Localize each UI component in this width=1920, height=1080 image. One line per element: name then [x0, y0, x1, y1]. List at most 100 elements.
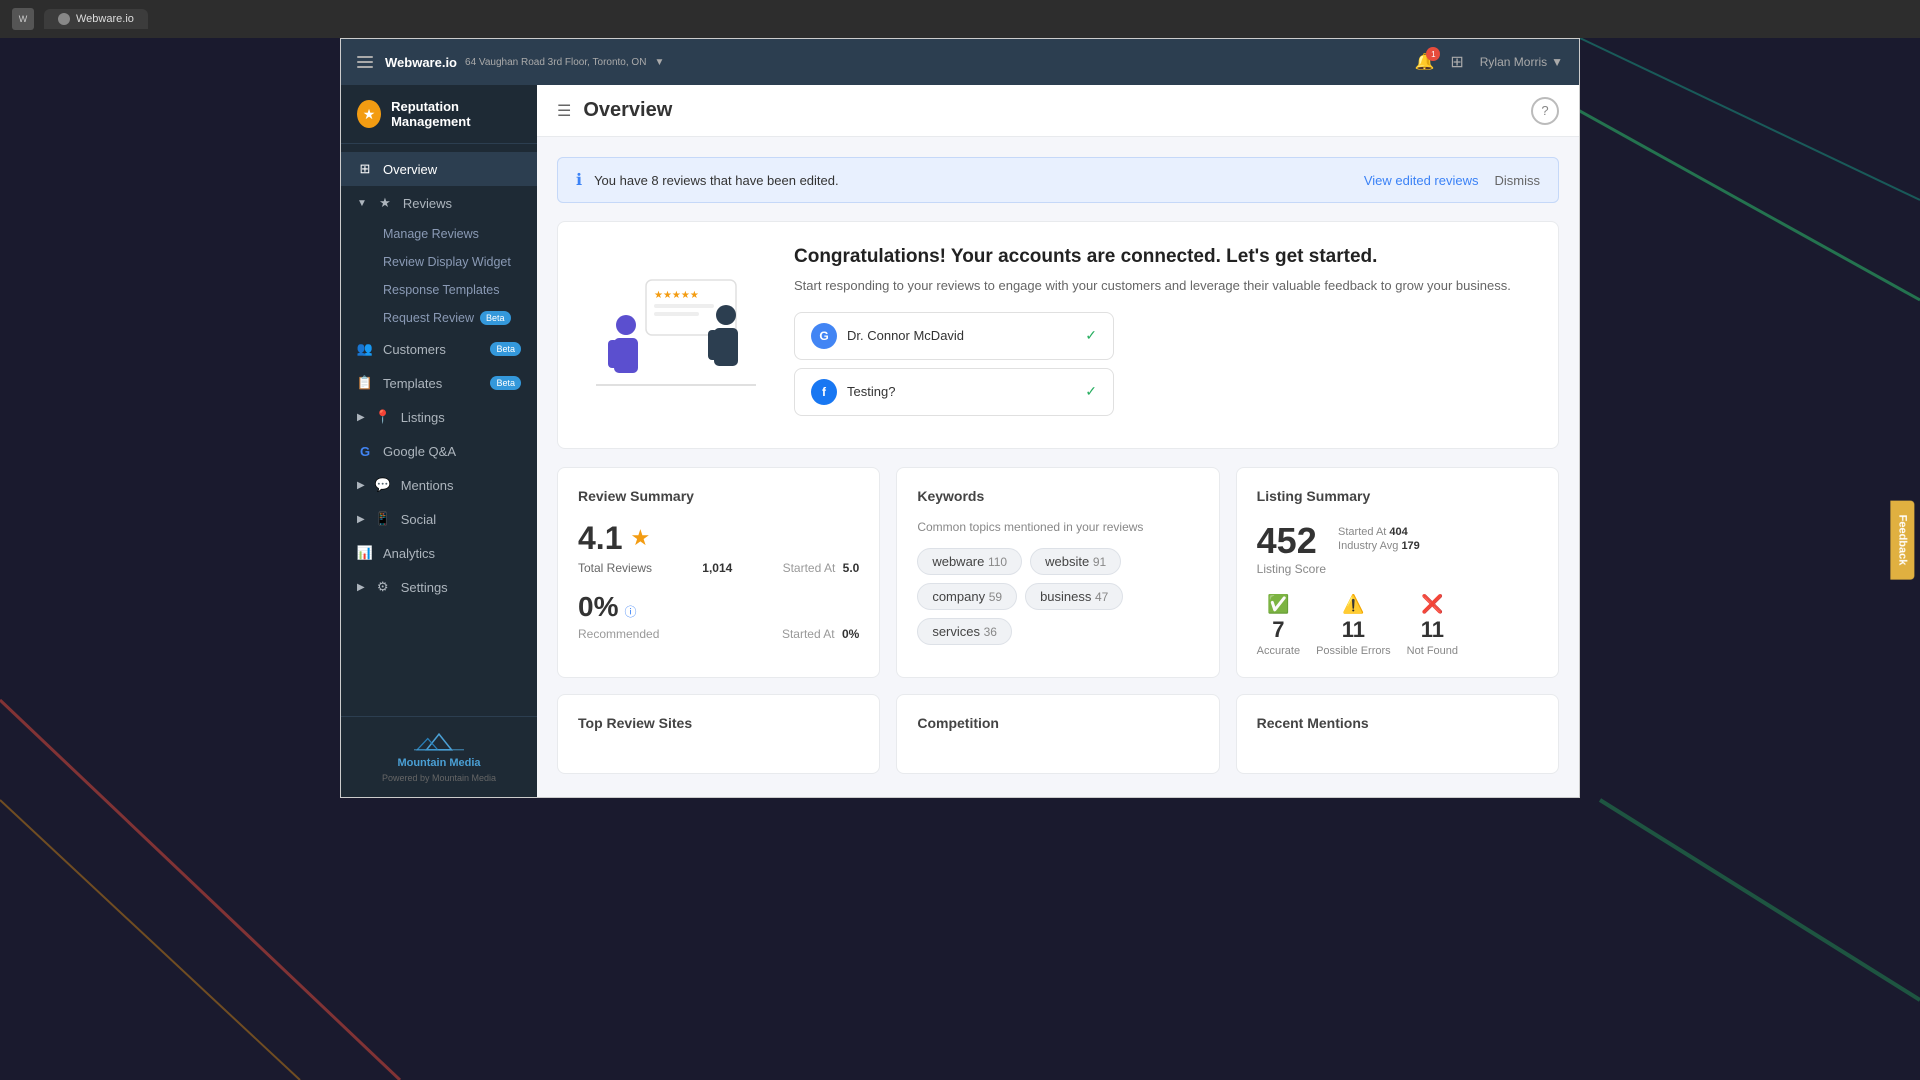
- facebook-account-icon: f: [811, 379, 837, 405]
- main-layout: ★ Reputation Management ⊞ Overview ▼ ★ R…: [341, 85, 1579, 797]
- sidebar-label-request-review: Request Review: [383, 311, 474, 325]
- recommend-meta: Recommended Started At 0%: [578, 627, 859, 641]
- feedback-tab[interactable]: Feedback: [1891, 501, 1915, 580]
- sidebar-header: ★ Reputation Management: [341, 85, 537, 144]
- customers-icon: 👥: [357, 341, 373, 357]
- sidebar-label-overview: Overview: [383, 162, 521, 177]
- app-window: Webware.io 64 Vaughan Road 3rd Floor, To…: [340, 38, 1580, 798]
- sidebar-item-templates[interactable]: 📋 Templates Beta: [341, 366, 537, 400]
- sidebar-item-manage-reviews[interactable]: Manage Reviews: [383, 220, 537, 248]
- sidebar-item-google-qa[interactable]: G Google Q&A: [341, 434, 537, 468]
- sidebar-label-mentions: Mentions: [401, 478, 521, 493]
- browser-tab[interactable]: Webware.io: [44, 9, 148, 29]
- recommend-started-value: 0%: [842, 627, 859, 641]
- content-header-left: ☰ Overview: [557, 99, 672, 122]
- keyword-tag-website: website 91: [1030, 548, 1121, 575]
- recommend-pct: 0%: [578, 591, 618, 623]
- request-review-badge: Beta: [480, 311, 511, 325]
- competition-title: Competition: [917, 715, 1198, 731]
- user-name: Rylan Morris: [1480, 55, 1547, 69]
- welcome-content: Congratulations! Your accounts are conne…: [794, 246, 1530, 424]
- sidebar-item-response-templates[interactable]: Response Templates: [383, 276, 537, 304]
- topbar-dropdown-arrow[interactable]: ▼: [654, 57, 664, 68]
- browser-logo: W: [12, 8, 34, 30]
- listing-score-label: Listing Score: [1257, 562, 1326, 576]
- content-header: ☰ Overview ?: [537, 85, 1579, 137]
- menu-button[interactable]: [357, 56, 373, 68]
- recommend-info-icon: ⓘ: [624, 603, 636, 620]
- sidebar-label-social: Social: [401, 512, 521, 527]
- connected-account-1: G Dr. Connor McDavid ✓: [794, 312, 1114, 360]
- sidebar-item-social[interactable]: ▶ 📱 Social: [341, 502, 537, 536]
- connected-account-2: f Testing? ✓: [794, 368, 1114, 416]
- facebook-account-name: Testing?: [847, 384, 1075, 399]
- sidebar-footer-brand: Mountain Media: [397, 757, 480, 769]
- errors-label: Possible Errors: [1316, 645, 1391, 657]
- sidebar-app-title: Reputation Management: [391, 99, 521, 129]
- sidebar-item-request-review[interactable]: Request Review Beta: [383, 304, 537, 332]
- errors-icon: ⚠️: [1342, 594, 1364, 615]
- recent-mentions-title: Recent Mentions: [1257, 715, 1538, 731]
- sidebar-label-templates: Templates: [383, 376, 480, 391]
- topbar-left: Webware.io 64 Vaughan Road 3rd Floor, To…: [357, 55, 664, 70]
- sidebar-item-mentions[interactable]: ▶ 💬 Mentions: [341, 468, 537, 502]
- keywords-subtitle: Common topics mentioned in your reviews: [917, 520, 1198, 534]
- settings-expand-arrow: ▶: [357, 582, 365, 593]
- reviews-expand-arrow: ▼: [357, 198, 367, 209]
- dismiss-button[interactable]: Dismiss: [1495, 173, 1541, 188]
- sidebar-item-listings[interactable]: ▶ 📍 Listings: [341, 400, 537, 434]
- settings-icon: ⚙: [375, 579, 391, 595]
- sidebar-label-reviews: Reviews: [403, 196, 521, 211]
- welcome-card: ★★★★★: [557, 221, 1559, 449]
- sidebar: ★ Reputation Management ⊞ Overview ▼ ★ R…: [341, 85, 537, 797]
- errors-count: 11: [1342, 617, 1365, 643]
- sidebar-item-customers[interactable]: 👥 Customers Beta: [341, 332, 537, 366]
- listing-stats: ✅ 7 Accurate ⚠️ 11 Possible Errors ❌: [1257, 594, 1538, 657]
- accurate-count: 7: [1272, 617, 1284, 643]
- sidebar-item-review-display[interactable]: Review Display Widget: [383, 248, 537, 276]
- content-hamburger[interactable]: ☰: [557, 101, 571, 121]
- competition-card: Competition: [896, 694, 1219, 774]
- bottom-grid: Top Review Sites Competition Recent Ment…: [557, 694, 1559, 774]
- social-icon: 📱: [375, 511, 391, 527]
- sidebar-footer: Mountain Media Powered by Mountain Media: [341, 716, 537, 797]
- help-button[interactable]: ?: [1531, 97, 1559, 125]
- user-menu-button[interactable]: Rylan Morris ▼: [1480, 55, 1563, 69]
- mentions-icon: 💬: [375, 477, 391, 493]
- mentions-expand-arrow: ▶: [357, 480, 365, 491]
- listing-stat-errors: ⚠️ 11 Possible Errors: [1316, 594, 1391, 657]
- sidebar-item-settings[interactable]: ▶ ⚙ Settings: [341, 570, 537, 604]
- sidebar-item-reviews[interactable]: ▼ ★ Reviews: [341, 186, 537, 220]
- google-account-icon: G: [811, 323, 837, 349]
- info-banner-actions: View edited reviews Dismiss: [1364, 173, 1540, 188]
- sidebar-item-overview[interactable]: ⊞ Overview: [341, 152, 537, 186]
- user-dropdown-arrow: ▼: [1551, 55, 1563, 69]
- keyword-tag-services: services 36: [917, 618, 1012, 645]
- sidebar-item-analytics[interactable]: 📊 Analytics: [341, 536, 537, 570]
- notfound-label: Not Found: [1407, 645, 1458, 657]
- keyword-tags: webware 110 website 91 company 59 busine…: [917, 548, 1198, 645]
- browser-bar: W Webware.io: [0, 0, 1920, 38]
- top-review-sites-title: Top Review Sites: [578, 715, 859, 731]
- analytics-icon: 📊: [357, 545, 373, 561]
- topbar-brand-name: Webware.io: [385, 55, 457, 70]
- keywords-title: Keywords: [917, 488, 1198, 504]
- keyword-count-website: 91: [1093, 555, 1106, 569]
- sidebar-label-review-display: Review Display Widget: [383, 255, 511, 269]
- keyword-count-business: 47: [1095, 590, 1108, 604]
- welcome-subtitle: Start responding to your reviews to enga…: [794, 276, 1530, 296]
- started-at-value: 5.0: [843, 561, 860, 575]
- apps-grid-button[interactable]: ⊞: [1450, 52, 1463, 72]
- view-edited-reviews-link[interactable]: View edited reviews: [1364, 173, 1479, 188]
- page-title: Overview: [583, 99, 672, 122]
- listing-benchmarks: Started At 404 Industry Avg 179: [1338, 520, 1420, 554]
- listing-summary-card: Listing Summary 452 Listing Score Starte…: [1236, 467, 1559, 678]
- notification-button[interactable]: 🔔 1: [1414, 52, 1434, 72]
- sidebar-label-google-qa: Google Q&A: [383, 444, 521, 459]
- sidebar-nav: ⊞ Overview ▼ ★ Reviews Manage Reviews Re…: [341, 144, 537, 716]
- tab-label: Webware.io: [76, 13, 134, 25]
- google-account-name: Dr. Connor McDavid: [847, 328, 1075, 343]
- listings-expand-arrow: ▶: [357, 412, 365, 423]
- top-review-sites-card: Top Review Sites: [557, 694, 880, 774]
- info-banner-text: You have 8 reviews that have been edited…: [594, 173, 1352, 188]
